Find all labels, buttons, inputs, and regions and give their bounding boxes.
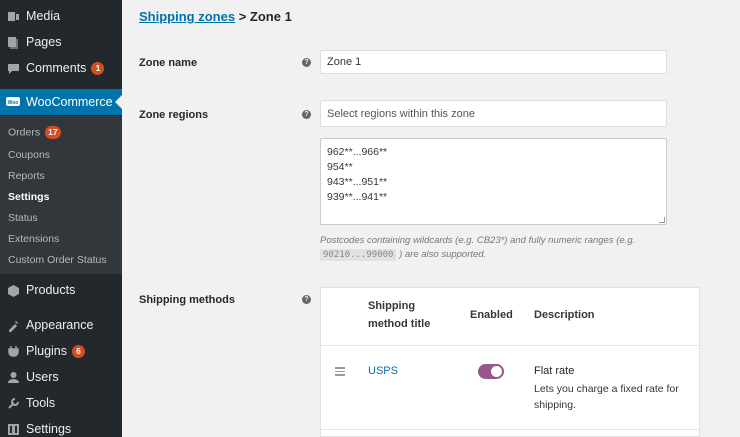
sidebar-item-label: Media bbox=[26, 9, 61, 23]
comments-count-badge: 1 bbox=[91, 62, 105, 76]
breadcrumb-current: Zone 1 bbox=[249, 9, 292, 24]
zone-regions-placeholder: Select regions within this zone bbox=[327, 107, 475, 120]
header-line: method title bbox=[368, 318, 431, 330]
sidebar-item-media[interactable]: Media bbox=[0, 3, 122, 29]
sidebar-item-label: Settings bbox=[26, 422, 72, 436]
sidebar-item-woocommerce[interactable]: Woo WooCommerce bbox=[0, 89, 123, 115]
postcode-line: 962**...966** bbox=[327, 146, 388, 158]
submenu-item-extensions[interactable]: Extensions bbox=[8, 233, 59, 245]
zone-name-value: Zone 1 bbox=[327, 56, 362, 68]
header-line: Shipping bbox=[368, 300, 416, 312]
column-header-method-title: Shipping method title bbox=[368, 297, 430, 333]
sidebar-item-label: Users bbox=[26, 370, 59, 384]
submenu-item-label: Orders bbox=[8, 126, 41, 139]
column-header-enabled: Enabled bbox=[470, 309, 513, 321]
shipping-methods-table: Shipping method title Enabled Descriptio… bbox=[320, 287, 700, 437]
submenu-item-orders[interactable]: Orders 17 bbox=[8, 126, 61, 139]
sidebar-item-users[interactable]: Users bbox=[0, 364, 122, 390]
breadcrumb-link-shipping-zones[interactable]: Shipping zones bbox=[139, 9, 235, 24]
woocommerce-submenu: Orders 17 Coupons Reports Settings Status… bbox=[0, 116, 122, 274]
zone-regions-select[interactable]: Select regions within this zone bbox=[320, 100, 667, 127]
sidebar-item-pages[interactable]: Pages bbox=[0, 29, 122, 55]
method-title-link[interactable]: USPS bbox=[368, 365, 398, 377]
submenu-item-coupons[interactable]: Coupons bbox=[8, 149, 50, 161]
admin-sidebar: Media Pages Comments 1 Woo WooCommerce Or… bbox=[0, 0, 123, 437]
submenu-item-settings[interactable]: Settings bbox=[8, 191, 49, 203]
main-content: Shipping zones > Zone 1 Zone name ? Zone… bbox=[122, 0, 740, 437]
method-description: Lets you charge a fixed rate for shippin… bbox=[534, 383, 679, 411]
postcode-line: 943**...951** bbox=[327, 176, 388, 188]
woocommerce-icon: Woo bbox=[6, 95, 20, 109]
sidebar-item-label: Appearance bbox=[26, 318, 94, 332]
submenu-item-status[interactable]: Status bbox=[8, 212, 38, 224]
breadcrumb: Shipping zones > Zone 1 bbox=[139, 9, 292, 24]
postcodes-textarea[interactable]: 962**...966** 954** 943**...951** 939**.… bbox=[320, 138, 667, 225]
sidebar-item-label: WooCommerce bbox=[26, 95, 113, 109]
sidebar-item-plugins[interactable]: Plugins 6 bbox=[0, 338, 122, 364]
sidebar-item-settings[interactable]: Settings bbox=[0, 416, 122, 437]
table-divider bbox=[321, 345, 699, 346]
method-enabled-toggle[interactable] bbox=[478, 364, 504, 379]
appearance-icon bbox=[6, 318, 20, 332]
users-icon bbox=[6, 370, 20, 384]
drag-handle-icon[interactable] bbox=[335, 367, 345, 378]
toggle-knob bbox=[491, 366, 502, 377]
method-name: Flat rate bbox=[534, 365, 575, 377]
comments-icon bbox=[6, 61, 20, 75]
plugins-icon bbox=[6, 344, 20, 358]
hint-code-example: 90210...99000 bbox=[320, 249, 397, 261]
orders-count-badge: 17 bbox=[45, 126, 61, 139]
products-icon bbox=[6, 283, 20, 297]
help-icon[interactable]: ? bbox=[302, 295, 311, 304]
sidebar-item-label: Plugins bbox=[26, 343, 67, 358]
media-icon bbox=[6, 9, 20, 23]
wrench-icon bbox=[6, 396, 20, 410]
sidebar-item-comments[interactable]: Comments 1 bbox=[0, 55, 122, 81]
sidebar-item-products[interactable]: Products bbox=[0, 277, 122, 303]
submenu-item-custom-order-status[interactable]: Custom Order Status bbox=[8, 254, 107, 266]
breadcrumb-separator: > bbox=[238, 9, 247, 24]
sidebar-item-label: Pages bbox=[26, 35, 62, 49]
zone-regions-label: Zone regions bbox=[139, 109, 209, 121]
help-icon[interactable]: ? bbox=[302, 58, 311, 67]
table-divider bbox=[321, 429, 699, 430]
sidebar-item-label: Comments bbox=[26, 60, 87, 75]
sidebar-item-label: Products bbox=[26, 283, 76, 297]
zone-name-input[interactable]: Zone 1 bbox=[320, 50, 667, 74]
sidebar-item-appearance[interactable]: Appearance bbox=[0, 312, 122, 338]
hint-text: Postcodes containing wildcards (e.g. CB2… bbox=[320, 235, 636, 246]
zone-name-label: Zone name bbox=[139, 57, 198, 69]
pages-icon bbox=[6, 35, 20, 49]
woo-logo-text: Woo bbox=[8, 100, 19, 106]
shipping-methods-label: Shipping methods bbox=[139, 294, 235, 306]
help-icon[interactable]: ? bbox=[302, 110, 311, 119]
postcode-line: 954** bbox=[327, 161, 353, 173]
postcodes-hint: Postcodes containing wildcards (e.g. CB2… bbox=[320, 234, 680, 262]
submenu-item-reports[interactable]: Reports bbox=[8, 170, 45, 182]
postcode-line: 939**...941** bbox=[327, 191, 388, 203]
sidebar-item-label: Tools bbox=[26, 396, 56, 410]
plugins-count-badge: 6 bbox=[72, 345, 85, 359]
hint-text: ) are also supported. bbox=[399, 249, 487, 260]
sidebar-item-tools[interactable]: Tools bbox=[0, 390, 122, 416]
textarea-resize-handle[interactable] bbox=[659, 217, 665, 223]
column-header-description: Description bbox=[534, 309, 595, 321]
settings-icon bbox=[6, 422, 20, 436]
